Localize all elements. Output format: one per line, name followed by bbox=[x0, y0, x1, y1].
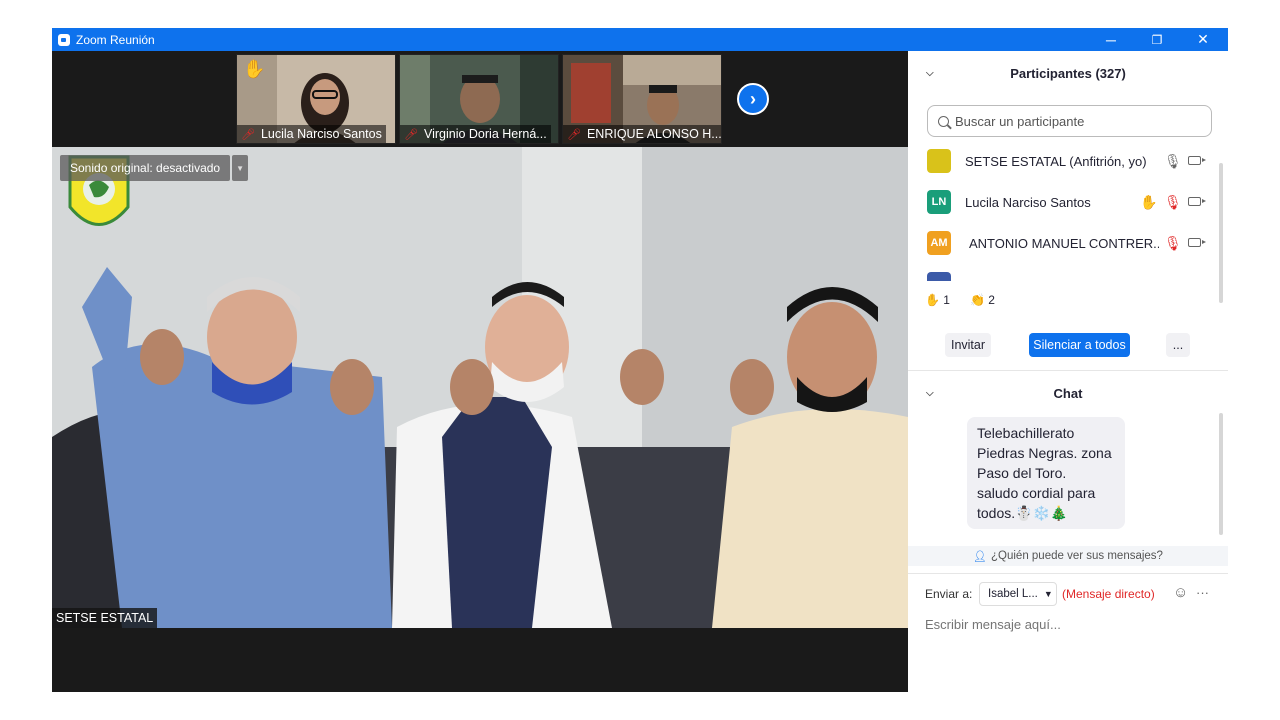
dropdown-arrow-icon[interactable]: ▼ bbox=[232, 155, 249, 181]
chat-message-line: Telebachillerato bbox=[977, 425, 1075, 441]
chevron-down-icon[interactable]: ⌵ bbox=[926, 68, 934, 79]
chat-title: Chat bbox=[1053, 385, 1083, 401]
restore-button[interactable]: ❐ bbox=[1134, 28, 1180, 51]
video-stage: ✋ 🎤︎ Lucila Narciso Santos 🎤︎ Virginio Dor… bbox=[52, 51, 908, 692]
participant-row[interactable]: SETSE ESTATAL (Anfitrión, yo) 🎙︎ bbox=[908, 141, 1220, 182]
thumbnail-name: ENRIQUE ALONSO H... bbox=[586, 127, 721, 141]
participants-scrollbar[interactable] bbox=[1219, 163, 1223, 303]
mic-muted-icon: 🎤︎ bbox=[241, 128, 255, 141]
more-options-icon[interactable]: ··· bbox=[1196, 585, 1209, 600]
zoom-app-icon bbox=[58, 33, 70, 46]
divider bbox=[908, 573, 1228, 574]
participant-list: SETSE ESTATAL (Anfitrión, yo) 🎙︎ LN Luci… bbox=[908, 141, 1220, 281]
search-icon bbox=[938, 115, 949, 127]
window-title: Zoom Reunión bbox=[76, 32, 155, 47]
participant-thumbnail[interactable]: 🎤︎ Virginio Doria Herná... bbox=[399, 54, 559, 144]
mic-icon[interactable]: 🎙︎ bbox=[1164, 153, 1182, 170]
participants-title: Participantes (327) bbox=[1010, 65, 1126, 81]
mic-muted-icon[interactable]: 🎙︎ bbox=[1164, 194, 1182, 211]
thumbnail-strip: ✋ 🎤︎ Lucila Narciso Santos 🎤︎ Virginio Dor… bbox=[52, 51, 908, 147]
speaker-name-label: SETSE ESTATAL bbox=[52, 608, 158, 628]
clap-icon: 👏 bbox=[969, 293, 985, 307]
avatar bbox=[927, 149, 951, 173]
camera-icon[interactable] bbox=[1188, 156, 1206, 165]
participant-thumbnail[interactable]: ✋ 🎤︎ Lucila Narciso Santos bbox=[236, 54, 396, 144]
participant-thumbnail[interactable]: 🎤︎ ENRIQUE ALONSO H... bbox=[562, 54, 722, 144]
participant-name: SETSE ESTATAL (Anfitrión, yo) bbox=[965, 154, 1147, 169]
raised-hand-icon: ✋ bbox=[1140, 194, 1158, 210]
video-bottom-bar bbox=[52, 628, 908, 692]
avatar bbox=[927, 272, 951, 281]
avatar: LN bbox=[927, 190, 951, 214]
participant-row[interactable] bbox=[908, 264, 1220, 281]
participants-header[interactable]: ⌵ Participantes (327) bbox=[908, 51, 1228, 95]
close-button[interactable]: ✕ bbox=[1180, 28, 1226, 51]
more-button[interactable]: ... bbox=[1166, 333, 1190, 357]
who-can-see-link[interactable]: 👤︎ ¿Quién puede ver sus mensajes? bbox=[908, 546, 1228, 566]
speaker-video-frame bbox=[52, 147, 908, 628]
participant-name: Lucila Narciso Santos bbox=[965, 195, 1091, 210]
mic-muted-icon: 🎤︎ bbox=[404, 128, 418, 141]
chat-message-line: saludo cordial para bbox=[977, 485, 1096, 501]
invite-button[interactable]: Invitar bbox=[945, 333, 991, 357]
next-page-button[interactable]: › bbox=[737, 83, 769, 115]
direct-message-label: (Mensaje directo) bbox=[1062, 587, 1155, 601]
chat-header[interactable]: ⌵ Chat bbox=[908, 371, 1228, 415]
zoom-window: Zoom Reunión ─ ❐ ✕ ✋ 🎤︎ Lucila Narciso Sa… bbox=[52, 28, 1228, 692]
chat-message-line: Paso del Toro. bbox=[977, 465, 1067, 481]
avatar: AM bbox=[927, 231, 951, 255]
mic-muted-icon[interactable]: 🎙︎ bbox=[1164, 235, 1182, 252]
raise-hand-count: ✋ 1 bbox=[925, 293, 950, 307]
recipient-name: Isabel L... bbox=[988, 588, 1038, 600]
who-can-see-text: ¿Quién puede ver sus mensajes? bbox=[991, 550, 1163, 562]
thumbnail-name: Virginio Doria Herná... bbox=[423, 127, 547, 141]
title-bar: Zoom Reunión ─ ❐ ✕ bbox=[52, 28, 1228, 51]
side-panel: ⌵ Participantes (327) Buscar un particip… bbox=[908, 51, 1228, 692]
participant-name: ANTONIO MANUEL CONTRER... bbox=[969, 236, 1159, 251]
recipient-dropdown[interactable]: Isabel L... ▼ bbox=[979, 582, 1057, 606]
chevron-down-icon[interactable]: ⌵ bbox=[926, 388, 934, 399]
thumbnail-name: Lucila Narciso Santos bbox=[260, 127, 382, 141]
search-placeholder: Buscar un participante bbox=[955, 113, 1085, 129]
mic-muted-icon: 🎤︎ bbox=[567, 128, 581, 141]
participant-row[interactable]: LN Lucila Narciso Santos ✋ 🎙︎ bbox=[908, 182, 1220, 223]
chat-scrollbar[interactable] bbox=[1219, 413, 1223, 535]
mute-all-button[interactable]: Silenciar a todos bbox=[1029, 333, 1130, 357]
chat-message-line: todos.☃️❄️🎄 bbox=[977, 505, 1068, 521]
chevron-down-icon: ▼ bbox=[1043, 589, 1053, 599]
original-sound-button[interactable]: Sonido original: desactivado bbox=[60, 155, 231, 181]
person-icon: 👤︎ bbox=[973, 550, 987, 563]
clap-count: 👏 2 bbox=[969, 293, 995, 307]
camera-icon[interactable] bbox=[1188, 197, 1206, 206]
chat-message: Telebachillerato Piedras Negras. zona Pa… bbox=[967, 417, 1125, 529]
send-to-label: Enviar a: bbox=[925, 587, 973, 601]
emoji-icon[interactable]: ☺ bbox=[1173, 584, 1188, 601]
raised-hand-icon: ✋ bbox=[243, 59, 266, 79]
participant-search-input[interactable]: Buscar un participante bbox=[927, 105, 1212, 137]
raised-hand-icon: ✋ bbox=[925, 293, 940, 307]
camera-icon[interactable] bbox=[1188, 238, 1206, 247]
chat-message-input[interactable] bbox=[925, 614, 1205, 634]
chat-message-line: Piedras Negras. zona bbox=[977, 445, 1112, 461]
reaction-counts: ✋ 1 👏 2 bbox=[925, 293, 995, 307]
active-speaker-video: Sonido original: desactivado ▼ SETSE EST… bbox=[52, 147, 908, 628]
minimize-button[interactable]: ─ bbox=[1088, 28, 1134, 51]
participant-row[interactable]: AM ANTONIO MANUEL CONTRER... 🎙︎ bbox=[908, 223, 1220, 264]
chevron-right-icon: › bbox=[750, 88, 756, 109]
